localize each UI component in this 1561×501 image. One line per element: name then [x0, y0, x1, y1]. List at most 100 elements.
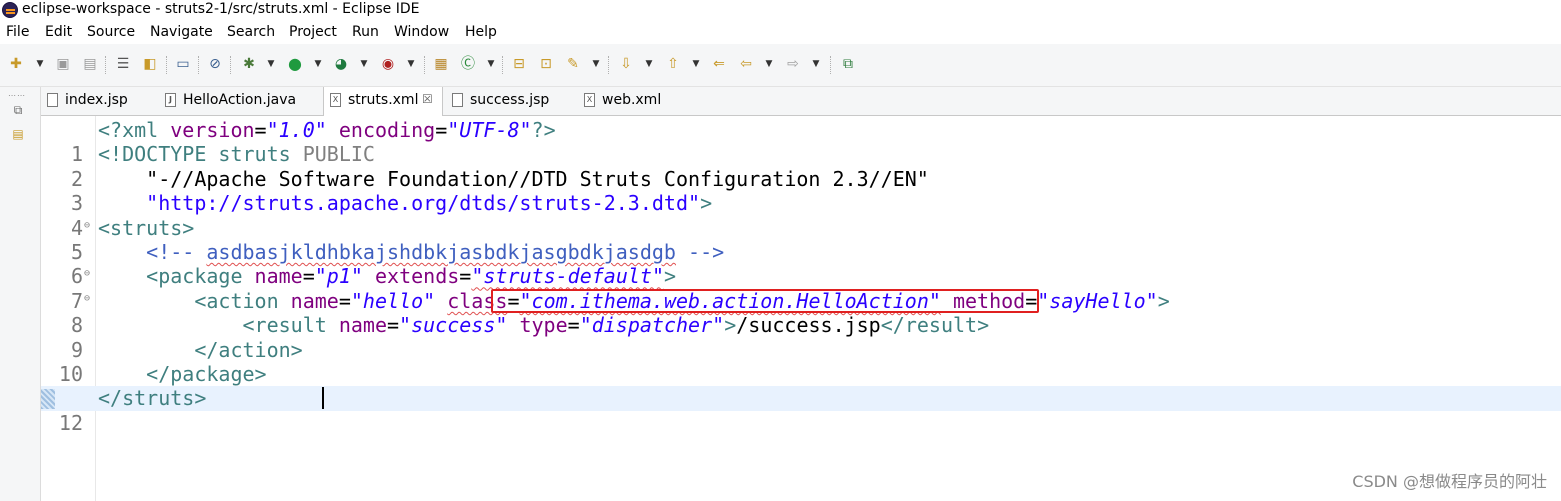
fold-collapse-icon[interactable]: ⊖ — [84, 216, 90, 236]
annotation-dropdown-chevron-icon[interactable]: ▼ — [592, 57, 600, 71]
menu-navigate[interactable]: Navigate — [150, 24, 213, 40]
menu-run[interactable]: Run — [352, 24, 379, 40]
save-icon[interactable]: ▣ — [55, 56, 71, 72]
struts-open-tag: <struts> — [98, 215, 195, 240]
forward-dropdown-chevron-icon[interactable]: ▼ — [812, 57, 820, 71]
last-edit-icon[interactable]: ⇐ — [711, 56, 727, 72]
xml-file-icon: X — [330, 93, 341, 107]
console-icon[interactable]: ▭ — [175, 56, 191, 72]
text-cursor — [322, 387, 324, 409]
new-class-dropdown-chevron-icon[interactable]: ▼ — [487, 57, 495, 71]
attribute-value: "success" — [399, 313, 508, 338]
doctype-system-id: "http://struts.apache.org/dtds/struts-2.… — [98, 191, 701, 216]
new-class-icon[interactable]: Ⓒ — [460, 56, 476, 72]
tab-success-jsp[interactable]: success.jsp — [446, 87, 576, 115]
editor-tab-bar: index.jsp J HelloAction.java X struts.xm… — [41, 87, 1561, 116]
menu-source[interactable]: Source — [87, 24, 135, 40]
java-file-icon: J — [165, 93, 176, 107]
run-dropdown-chevron-icon[interactable]: ▼ — [314, 57, 322, 71]
tab-web-xml[interactable]: X web.xml — [578, 87, 688, 115]
back-dropdown-chevron-icon[interactable]: ▼ — [765, 57, 773, 71]
menu-project[interactable]: Project — [289, 24, 337, 40]
struts-close-tag: </struts> — [98, 386, 207, 411]
restore-icon[interactable]: ⧉ — [11, 103, 25, 117]
code-line[interactable]: 10 </action> — [41, 338, 1561, 386]
comment-text: asdbasjkldhbkajshdbkjasbdkjasgbdkjasdgb — [206, 240, 676, 264]
menu-help[interactable]: Help — [465, 24, 497, 40]
back-icon[interactable]: ⇦ — [738, 56, 754, 72]
new-dropdown-chevron-icon[interactable]: ▼ — [36, 57, 44, 71]
open-task-icon[interactable]: ⊟ — [511, 56, 527, 72]
next-annotation-dropdown-chevron-icon[interactable]: ▼ — [645, 57, 653, 71]
comment-open: <!-- — [98, 240, 207, 264]
current-code-line[interactable]: 12 </struts> — [41, 386, 1561, 435]
pin-editor-icon[interactable]: ⧉ — [840, 56, 856, 72]
doctype-keyword: <!DOCTYPE — [98, 142, 219, 167]
attribute-value: "dispatcher" — [579, 313, 725, 338]
attribute-value: "p1" — [314, 264, 363, 289]
previous-annotation-dropdown-chevron-icon[interactable]: ▼ — [692, 57, 700, 71]
line-number: 12 — [58, 410, 83, 435]
skip-breakpoints-icon[interactable]: ⊘ — [207, 56, 223, 72]
code-line[interactable]: 4 "http://struts.apache.org/dtds/struts-… — [41, 191, 1561, 239]
tab-label: index.jsp — [65, 92, 128, 108]
code-line[interactable]: 6 <!-- asdbasjkldhbkajshdbkjasbdkjasgbdk… — [41, 240, 1561, 288]
action-open-tag: <action — [98, 288, 291, 313]
current-line-marker — [41, 389, 55, 409]
external-tools-dropdown-chevron-icon[interactable]: ▼ — [407, 57, 415, 71]
package-explorer-icon[interactable]: ▤ — [11, 127, 25, 141]
tab-helloaction-java[interactable]: J HelloAction.java — [159, 87, 323, 115]
code-line[interactable]: 3 "-//Apache Software Foundation//DTD St… — [41, 166, 1561, 215]
code-line[interactable]: 11 </package> — [41, 362, 1561, 410]
open-type-icon[interactable]: ◧ — [142, 56, 158, 72]
coverage-dropdown-chevron-icon[interactable]: ▼ — [360, 57, 368, 71]
fold-collapse-icon[interactable]: ⊖ — [84, 289, 90, 309]
equals-sign: = — [387, 313, 400, 338]
save-all-icon[interactable]: ▤ — [82, 56, 98, 72]
code-line[interactable]: 5 ⊖ <struts> — [41, 215, 1561, 264]
code-line[interactable]: 7 ⊖ <package name="p1" extends="struts-d… — [41, 264, 1561, 312]
outline-icon[interactable]: ☰ — [115, 56, 131, 72]
menu-file[interactable]: File — [6, 24, 29, 40]
toolbar-separator — [105, 56, 107, 74]
attribute-name: name — [254, 264, 303, 289]
code-line[interactable]: 2 <!DOCTYPE struts PUBLIC — [41, 142, 1561, 190]
menu-edit[interactable]: Edit — [45, 24, 72, 40]
run-icon[interactable]: ● — [287, 56, 303, 72]
tab-struts-xml[interactable]: X struts.xml ☒ — [323, 87, 443, 116]
jsp-file-icon — [47, 93, 58, 107]
annotation-icon[interactable]: ✎ — [565, 56, 581, 72]
window-title: eclipse-workspace - struts2-1/src/struts… — [22, 1, 420, 17]
equals-sign: = — [567, 313, 580, 338]
drag-handle-icon[interactable]: ⋯⋯ — [8, 91, 26, 100]
code-line[interactable]: 1 <?xml version="1.0" encoding="UTF-8"?> — [41, 118, 1561, 166]
coverage-icon[interactable]: ◕ — [333, 56, 349, 72]
toolbar-separator — [830, 56, 832, 74]
equals-sign: = — [435, 118, 448, 142]
next-annotation-icon[interactable]: ⇩ — [618, 56, 634, 72]
code-line[interactable]: 9 <result name="success" type="dispatche… — [41, 313, 1561, 361]
fold-collapse-icon[interactable]: ⊖ — [84, 264, 90, 284]
menu-window[interactable]: Window — [394, 24, 449, 40]
menu-search[interactable]: Search — [227, 24, 275, 40]
new-java-package-icon[interactable]: ▦ — [433, 56, 449, 72]
tab-index-jsp[interactable]: index.jsp — [41, 87, 159, 115]
debug-icon[interactable]: ✱ — [241, 56, 257, 72]
toolbar-separator — [198, 56, 200, 74]
new-icon[interactable]: ✚ — [8, 56, 24, 72]
forward-icon[interactable]: ⇨ — [785, 56, 801, 72]
tab-label: struts.xml — [348, 92, 419, 108]
debug-dropdown-chevron-icon[interactable]: ▼ — [267, 57, 275, 71]
eclipse-logo-icon — [2, 2, 18, 18]
equals-sign: = — [302, 264, 315, 289]
external-tools-icon[interactable]: ◉ — [380, 56, 396, 72]
watermark: CSDN @想做程序员的阿壮 — [1352, 472, 1547, 491]
previous-annotation-icon[interactable]: ⇧ — [665, 56, 681, 72]
equals-sign: = — [254, 118, 267, 142]
attribute-name: type — [519, 313, 568, 338]
doctype-public-id: "-//Apache Software Foundation//DTD Stru… — [98, 166, 929, 191]
open-folder-icon[interactable]: ⊡ — [538, 56, 554, 72]
close-icon[interactable]: ☒ — [422, 92, 433, 106]
